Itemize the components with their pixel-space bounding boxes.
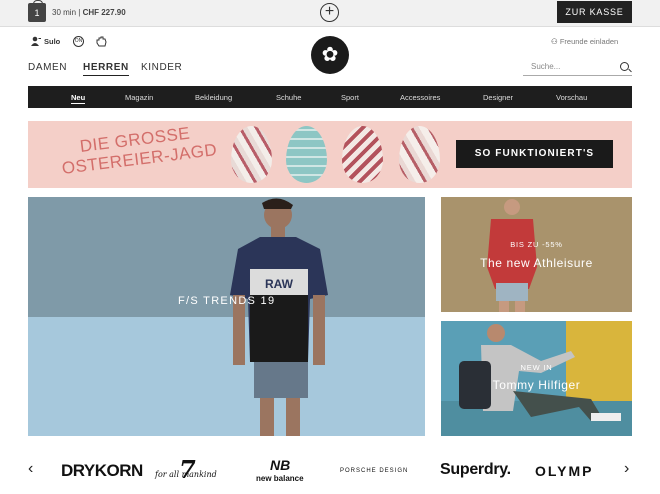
- chat-icon: ON: [73, 36, 84, 47]
- nav-kinder[interactable]: KINDER: [141, 62, 182, 73]
- plus-icon[interactable]: +: [320, 3, 339, 22]
- brand-superdry[interactable]: Superdry.: [440, 461, 511, 479]
- brand-seven-for-all-mankind[interactable]: 7 for all mankind: [155, 455, 225, 485]
- category-neu[interactable]: Neu: [71, 93, 86, 104]
- chevron-right-icon[interactable]: ›: [624, 460, 629, 478]
- search-placeholder: Suche...: [531, 62, 561, 71]
- nav-damen[interactable]: DAMEN: [28, 62, 67, 73]
- brand-drykorn[interactable]: DRYKORN: [61, 461, 143, 481]
- tile-athleisure[interactable]: BIS ZU -55% The new Athleisure: [441, 197, 632, 312]
- shopping-bag-icon[interactable]: 1: [28, 0, 46, 22]
- search-icon[interactable]: [620, 62, 629, 71]
- athleisure-subtitle: BIS ZU -55%: [510, 240, 563, 249]
- chevron-left-icon[interactable]: ‹: [28, 460, 33, 478]
- tommy-title: Tommy Hilfiger: [492, 378, 581, 392]
- category-magazin[interactable]: Magazin: [125, 93, 153, 102]
- cart-time: 30 min: [52, 8, 77, 17]
- user-icon: [31, 36, 41, 46]
- checkout-button[interactable]: ZUR KASSE: [557, 1, 632, 23]
- brand-nb-text: new balance: [256, 474, 304, 483]
- egg-image: [231, 126, 272, 183]
- hand-icon: [96, 36, 107, 47]
- account-link[interactable]: Sulo: [30, 36, 60, 46]
- hero-shirt-print: RAW: [265, 277, 294, 291]
- hero-trends-banner[interactable]: RAW F/S TRENDS 19: [28, 197, 425, 436]
- cart-info[interactable]: 30 min | CHF 227.90: [52, 8, 126, 17]
- category-sport[interactable]: Sport: [341, 93, 359, 102]
- brand-nb-mark: NB: [270, 457, 291, 473]
- nav-herren[interactable]: HERREN: [83, 62, 129, 76]
- invite-friends-label: Freunde einladen: [559, 37, 619, 46]
- athleisure-title: The new Athleisure: [480, 256, 593, 270]
- search-input[interactable]: Suche...: [523, 60, 632, 76]
- cart-separator: |: [78, 8, 81, 17]
- brand-porsche-design[interactable]: PORSCHE DESIGN: [340, 468, 408, 474]
- cookie-button[interactable]: [95, 36, 108, 48]
- people-icon: ⚇: [551, 37, 558, 46]
- category-vorschau[interactable]: Vorschau: [556, 93, 587, 102]
- athleisure-model-image: [487, 199, 537, 312]
- brand-seven-script: for all mankind: [155, 470, 217, 479]
- site-logo[interactable]: ✿: [311, 36, 349, 74]
- account-name: Sulo: [44, 36, 61, 46]
- hero-label: F/S TRENDS 19: [178, 295, 276, 307]
- category-accessoires[interactable]: Accessoires: [400, 93, 440, 102]
- easter-banner[interactable]: DIE GROSSE OSTEREIER-JAGD SO FUNKTIONIER…: [28, 121, 632, 188]
- hero-model-image: RAW: [230, 198, 328, 436]
- egg-image: [286, 126, 327, 183]
- tommy-subtitle: NEW IN: [520, 363, 553, 372]
- category-nav: Neu Magazin Bekleidung Schuhe Sport Acce…: [28, 86, 632, 108]
- chat-button[interactable]: ON: [73, 36, 84, 47]
- top-bar: 1 30 min | CHF 227.90 + ZUR KASSE: [0, 0, 660, 27]
- tile-tommy-hilfiger[interactable]: NEW IN Tommy Hilfiger: [441, 321, 632, 436]
- category-schuhe[interactable]: Schuhe: [276, 93, 301, 102]
- category-designer[interactable]: Designer: [483, 93, 513, 102]
- egg-image: [399, 126, 440, 183]
- brand-carousel: ‹ DRYKORN 7 for all mankind NB new balan…: [0, 450, 660, 490]
- invite-friends-link[interactable]: ⚇ Freunde einladen: [551, 37, 618, 46]
- how-it-works-button[interactable]: SO FUNKTIONIERT'S: [456, 140, 613, 168]
- brand-olymp[interactable]: OLYMP: [535, 463, 594, 479]
- brand-new-balance[interactable]: NB new balance: [256, 457, 312, 485]
- egg-image: [342, 126, 383, 183]
- cart-total: CHF 227.90: [82, 8, 126, 17]
- category-bekleidung[interactable]: Bekleidung: [195, 93, 232, 102]
